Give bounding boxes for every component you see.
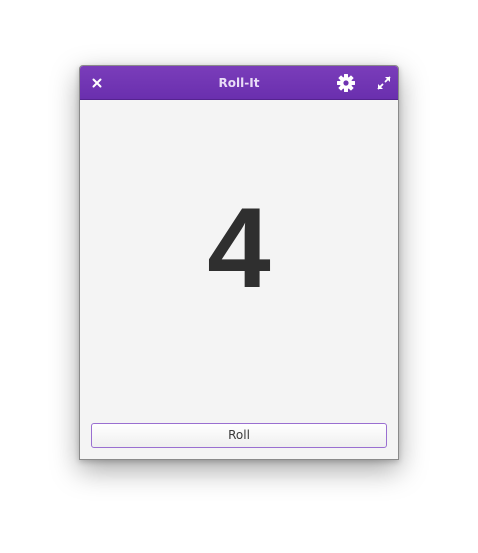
roll-button[interactable]: Roll	[91, 423, 387, 448]
gear-icon	[337, 74, 355, 92]
maximize-icon	[377, 76, 391, 90]
settings-button[interactable]	[335, 72, 357, 94]
roll-result: 4	[207, 185, 271, 312]
maximize-button[interactable]	[373, 72, 395, 94]
title-bar[interactable]: Roll-It	[80, 66, 398, 100]
app-window: Roll-It 4 Roll	[79, 65, 399, 460]
